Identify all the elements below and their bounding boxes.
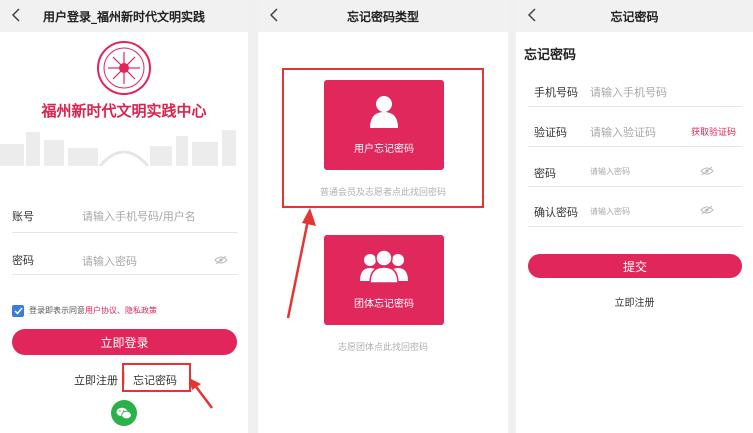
highlight-box xyxy=(282,68,484,208)
header-bar: 用户登录_福州新时代文明实践 xyxy=(0,0,248,32)
agree-checkbox[interactable] xyxy=(12,305,24,317)
login-screen: 用户登录_福州新时代文明实践 福州新时代文明实践中心 账号 请输入手机号码/用户… xyxy=(0,0,248,433)
confirm-password-input[interactable]: 请输入密码 xyxy=(590,206,630,217)
skyline-illustration xyxy=(0,130,236,166)
page-title: 用户登录_福州新时代文明实践 xyxy=(42,9,205,24)
agreement-text: 登录即表示同意用户协议、隐私政策 xyxy=(29,305,157,316)
get-code-button[interactable]: 获取验证码 xyxy=(691,125,736,138)
password-label: 密码 xyxy=(12,254,34,267)
annotation-arrow xyxy=(189,378,213,409)
password-label: 密码 xyxy=(534,167,556,180)
divider xyxy=(528,146,742,147)
header-bar: 忘记密码类型 xyxy=(258,0,508,32)
eye-off-icon[interactable] xyxy=(214,255,228,265)
chevron-left-icon xyxy=(527,8,536,22)
register-link[interactable]: 立即注册 xyxy=(74,372,118,388)
panel-gap xyxy=(508,0,516,433)
back-button[interactable] xyxy=(524,4,540,26)
brand-seal-logo xyxy=(97,41,151,95)
panel-gap xyxy=(248,0,258,433)
forgot-password-screen: 忘记密码 忘记密码 手机号码 请输入手机号码 验证码 请输入验证码 获取验证码 … xyxy=(516,0,753,433)
chevron-left-icon xyxy=(269,8,278,22)
back-button[interactable] xyxy=(266,4,282,26)
forgot-type-screen: 忘记密码类型 用户忘记密码 普通会员及志愿者点此找回密码 团体忘记密码 志愿团体… xyxy=(258,0,508,433)
divider xyxy=(528,186,742,187)
section-title: 忘记密码 xyxy=(524,48,577,63)
divider xyxy=(12,232,238,233)
account-label: 账号 xyxy=(12,210,34,223)
divider xyxy=(12,274,238,275)
login-button[interactable]: 立即登录 xyxy=(12,329,237,355)
code-input[interactable]: 请输入验证码 xyxy=(590,124,656,140)
agreement-links[interactable]: 用户协议、隐私政策 xyxy=(85,306,157,315)
group-card-hint: 志愿团体点此找回密码 xyxy=(337,343,428,353)
page-title: 忘记密码类型 xyxy=(346,9,419,24)
divider xyxy=(528,106,742,107)
phone-input[interactable]: 请输入手机号码 xyxy=(590,84,667,100)
back-button[interactable] xyxy=(8,4,24,26)
annotation-arrow xyxy=(286,208,316,319)
register-link[interactable]: 立即注册 xyxy=(516,294,753,309)
password-input[interactable]: 请输入密码 xyxy=(82,253,137,269)
highlight-box xyxy=(122,363,191,392)
wechat-icon xyxy=(116,407,132,419)
wechat-login-button[interactable] xyxy=(111,400,137,426)
password-input[interactable]: 请输入密码 xyxy=(590,166,630,177)
check-icon xyxy=(13,307,23,315)
code-label: 验证码 xyxy=(534,126,567,139)
divider xyxy=(528,226,742,227)
group-icon xyxy=(360,249,408,283)
page-title: 忘记密码 xyxy=(610,9,659,24)
phone-label: 手机号码 xyxy=(534,86,578,99)
eye-off-icon[interactable] xyxy=(700,166,714,176)
header-bar: 忘记密码 xyxy=(516,0,753,32)
group-card-label: 团体忘记密码 xyxy=(354,299,414,310)
group-forgot-card[interactable]: 团体忘记密码 xyxy=(324,235,444,325)
confirm-password-label: 确认密码 xyxy=(534,206,578,219)
chevron-left-icon xyxy=(11,8,20,22)
eye-off-icon[interactable] xyxy=(700,205,714,215)
submit-button[interactable]: 提交 xyxy=(528,254,742,278)
account-input[interactable]: 请输入手机号码/用户名 xyxy=(82,208,196,224)
agree-prefix: 登录即表示同意 xyxy=(29,306,85,315)
